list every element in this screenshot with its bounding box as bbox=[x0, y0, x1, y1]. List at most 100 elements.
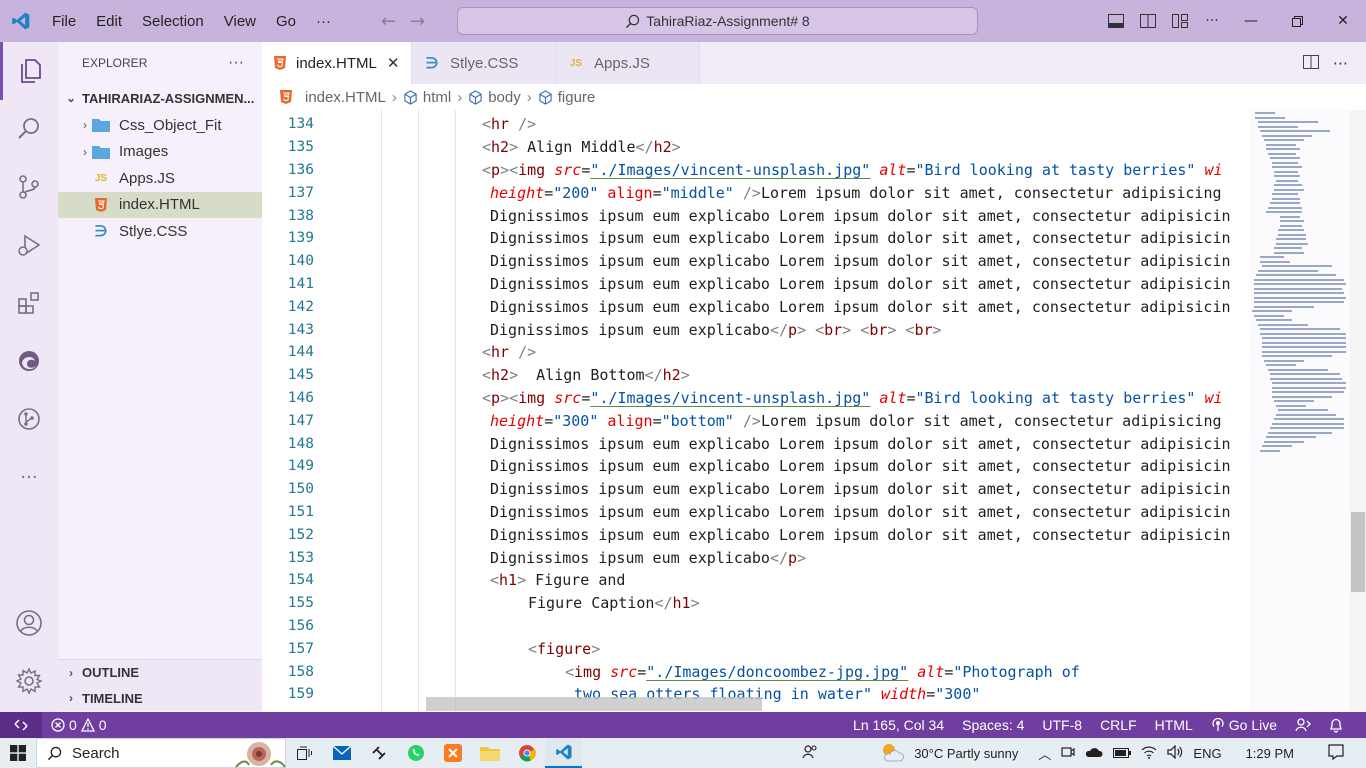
close-button[interactable]: ✕ bbox=[1320, 0, 1366, 42]
breadcrumb-html[interactable]: html bbox=[423, 89, 451, 106]
volume-icon[interactable] bbox=[1167, 744, 1183, 762]
weather-icon[interactable] bbox=[880, 742, 905, 765]
toggle-sidebar-icon[interactable] bbox=[1100, 0, 1132, 42]
source-control-icon[interactable] bbox=[0, 158, 58, 216]
remote-indicator-icon[interactable] bbox=[0, 712, 42, 738]
customize-layout-icon[interactable] bbox=[1164, 0, 1196, 42]
accounts-icon[interactable] bbox=[0, 594, 58, 652]
explorer-icon[interactable] bbox=[0, 42, 58, 100]
horizontal-scrollbar[interactable] bbox=[426, 697, 762, 711]
accounts-status-icon[interactable] bbox=[1295, 718, 1311, 732]
minimap-line bbox=[1274, 247, 1302, 249]
tab-stlye-css[interactable]: ∋ Stlye.CSS bbox=[412, 42, 556, 84]
notification-center-icon[interactable] bbox=[1328, 743, 1344, 763]
weather-label[interactable]: 30°C Partly sunny bbox=[914, 746, 1018, 761]
code-editor[interactable]: 134 135 136 137 138 139 140 141 142 143 … bbox=[262, 110, 1250, 712]
workspace-root-folder[interactable]: ⌄ TAHIRARIAZ-ASSIGNMEN... bbox=[58, 84, 262, 112]
minimap-line bbox=[1268, 206, 1302, 209]
line-ending[interactable]: CRLF bbox=[1100, 717, 1137, 733]
meet-now-icon[interactable] bbox=[1061, 745, 1076, 762]
clock[interactable]: 1:29 PM bbox=[1246, 746, 1294, 761]
forward-arrow-icon[interactable]: → bbox=[410, 11, 425, 32]
go-live-button[interactable]: Go Live bbox=[1211, 717, 1277, 733]
tree-file-stlye-css[interactable]: ∋ Stlye.CSS bbox=[58, 218, 262, 245]
code-plugin-app-icon[interactable] bbox=[360, 738, 397, 768]
task-view-icon[interactable] bbox=[286, 738, 323, 768]
tab-label: index.HTML bbox=[296, 54, 377, 72]
minimap-line bbox=[1254, 301, 1344, 303]
onedrive-cloud-icon[interactable] bbox=[1085, 746, 1103, 761]
code-line: Dignissimos ipsum eum explicabo Lorem ip… bbox=[490, 229, 1231, 247]
code-content[interactable]: <hr /> <h2> Align Middle</h2> <p><img sr… bbox=[344, 110, 1250, 712]
wifi-icon[interactable] bbox=[1141, 745, 1157, 762]
tab-index-html[interactable]: index.HTML ✕ bbox=[262, 42, 412, 84]
vscode-taskbar-icon[interactable] bbox=[545, 738, 582, 768]
editor-more-icon[interactable]: ··· bbox=[1333, 54, 1348, 73]
explorer-more-button[interactable]: ··· bbox=[228, 54, 244, 72]
split-editor-icon[interactable] bbox=[1302, 54, 1319, 73]
back-arrow-icon[interactable]: ← bbox=[381, 11, 396, 32]
git-graph-icon[interactable] bbox=[0, 390, 58, 448]
editor-actions: ··· bbox=[1302, 42, 1366, 84]
taskbar-search[interactable]: Search bbox=[36, 738, 286, 768]
css-file-icon: ∋ bbox=[425, 55, 439, 72]
settings-gear-icon[interactable] bbox=[0, 652, 58, 710]
problems-indicator[interactable]: 0 0 bbox=[51, 717, 107, 733]
notifications-bell-icon[interactable] bbox=[1329, 718, 1343, 733]
whatsapp-icon[interactable] bbox=[397, 738, 434, 768]
chevron-up-icon[interactable]: ︿ bbox=[1038, 744, 1051, 763]
minimap[interactable] bbox=[1250, 110, 1350, 712]
tree-file-apps-js[interactable]: JS Apps.JS bbox=[58, 165, 262, 192]
line-number: 152 bbox=[287, 527, 314, 543]
close-tab-icon[interactable]: ✕ bbox=[387, 54, 400, 72]
input-language[interactable]: ENG bbox=[1193, 746, 1221, 761]
menu-more[interactable]: ··· bbox=[306, 13, 341, 30]
tree-file-index-html[interactable]: index.HTML bbox=[58, 191, 262, 218]
windows-start-icon[interactable] bbox=[0, 738, 36, 768]
error-icon bbox=[51, 718, 65, 732]
minimap-line bbox=[1272, 193, 1298, 195]
breadcrumb-file[interactable]: index.HTML bbox=[305, 89, 386, 106]
scrollbar-thumb[interactable] bbox=[1351, 512, 1365, 592]
vertical-scrollbar[interactable] bbox=[1350, 110, 1366, 712]
menu-view[interactable]: View bbox=[214, 13, 266, 30]
minimap-line bbox=[1262, 346, 1346, 348]
minimize-button[interactable]: — bbox=[1228, 0, 1274, 42]
minimap-line bbox=[1254, 296, 1346, 299]
indentation[interactable]: Spaces: 4 bbox=[962, 717, 1024, 733]
outline-section[interactable]: › OUTLINE bbox=[58, 659, 262, 685]
minimap-line bbox=[1260, 332, 1346, 335]
warning-icon bbox=[80, 718, 95, 732]
breadcrumb-body[interactable]: body bbox=[488, 89, 521, 106]
extensions-icon[interactable] bbox=[0, 274, 58, 332]
file-explorer-icon[interactable] bbox=[471, 738, 508, 768]
language-mode[interactable]: HTML bbox=[1155, 717, 1193, 733]
minimap-line bbox=[1262, 350, 1346, 353]
minimap-line bbox=[1262, 445, 1292, 447]
timeline-section[interactable]: › TIMELINE bbox=[58, 685, 262, 711]
edge-icon[interactable] bbox=[0, 332, 58, 390]
xampp-icon[interactable] bbox=[434, 738, 471, 768]
more-views-icon[interactable]: ··· bbox=[0, 448, 58, 506]
menu-file[interactable]: File bbox=[42, 13, 86, 30]
more-actions-icon[interactable]: ··· bbox=[1196, 0, 1228, 42]
breadcrumb-figure[interactable]: figure bbox=[558, 89, 596, 106]
chrome-icon[interactable] bbox=[508, 738, 545, 768]
menu-go[interactable]: Go bbox=[266, 13, 306, 30]
outline-label: OUTLINE bbox=[82, 665, 140, 680]
toggle-panel-icon[interactable] bbox=[1132, 0, 1164, 42]
run-debug-icon[interactable] bbox=[0, 216, 58, 274]
restore-button[interactable] bbox=[1274, 0, 1320, 42]
mail-app-icon[interactable] bbox=[323, 738, 360, 768]
menu-selection[interactable]: Selection bbox=[132, 13, 214, 30]
menu-edit[interactable]: Edit bbox=[86, 13, 132, 30]
search-icon[interactable] bbox=[0, 100, 58, 158]
tree-folder-css-object-fit[interactable]: › Css_Object_Fit bbox=[58, 112, 262, 139]
tree-folder-images[interactable]: › Images bbox=[58, 139, 262, 166]
command-center-search[interactable]: TahiraRiaz-Assignment# 8 bbox=[457, 7, 978, 35]
cursor-position[interactable]: Ln 165, Col 34 bbox=[853, 717, 944, 733]
people-icon[interactable] bbox=[802, 744, 818, 763]
encoding[interactable]: UTF-8 bbox=[1042, 717, 1082, 733]
tab-apps-js[interactable]: JS Apps.JS bbox=[556, 42, 700, 84]
battery-icon[interactable] bbox=[1113, 746, 1132, 761]
